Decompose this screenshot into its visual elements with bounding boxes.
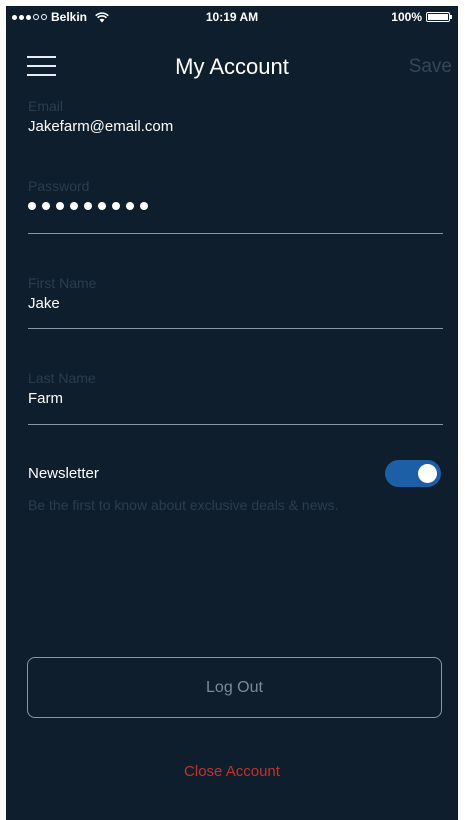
logout-button[interactable]: Log Out xyxy=(27,657,442,718)
password-dot xyxy=(126,202,134,210)
last-name-label: Last Name xyxy=(28,370,96,386)
status-bar: Belkin 10:19 AM 100% xyxy=(6,6,458,26)
password-dot xyxy=(56,202,64,210)
page-title: My Account xyxy=(175,54,289,79)
email-field[interactable]: Email Jakefarm@email.com xyxy=(28,98,443,148)
password-dot xyxy=(70,202,78,210)
password-underline xyxy=(28,233,443,234)
last-name-field[interactable]: Last Name Farm xyxy=(28,370,443,425)
status-time: 10:19 AM xyxy=(205,10,259,24)
password-dot xyxy=(112,202,120,210)
email-label: Email xyxy=(28,98,64,114)
password-field[interactable]: Password xyxy=(28,178,443,234)
close-account-link[interactable]: Close Account xyxy=(6,763,458,780)
first-name-underline xyxy=(28,328,443,329)
battery-icon xyxy=(426,12,452,22)
password-dot xyxy=(28,202,36,210)
app-screen: Belkin 10:19 AM 100% My Account Save Ema… xyxy=(6,6,458,820)
first-name-value[interactable]: Jake xyxy=(28,295,443,312)
nav-bar: My Account Save xyxy=(6,36,458,86)
newsletter-title: Newsletter xyxy=(28,465,99,482)
first-name-field[interactable]: First Name Jake xyxy=(28,275,443,329)
status-right: 100% xyxy=(391,10,452,24)
newsletter-toggle[interactable] xyxy=(385,460,441,487)
toggle-knob xyxy=(418,464,437,483)
password-dot xyxy=(140,202,148,210)
password-value[interactable] xyxy=(28,202,443,210)
battery-fill xyxy=(428,14,448,20)
first-name-label: First Name xyxy=(28,275,97,291)
last-name-underline xyxy=(28,424,443,425)
battery-percent: 100% xyxy=(391,10,422,24)
password-label: Password xyxy=(28,178,90,194)
last-name-value[interactable]: Farm xyxy=(28,390,443,407)
password-dot xyxy=(42,202,50,210)
save-button[interactable]: Save xyxy=(409,56,452,78)
newsletter-description: Be the first to know about exclusive dea… xyxy=(28,497,339,513)
password-dot xyxy=(98,202,106,210)
password-dot xyxy=(84,202,92,210)
email-value[interactable]: Jakefarm@email.com xyxy=(28,118,443,135)
